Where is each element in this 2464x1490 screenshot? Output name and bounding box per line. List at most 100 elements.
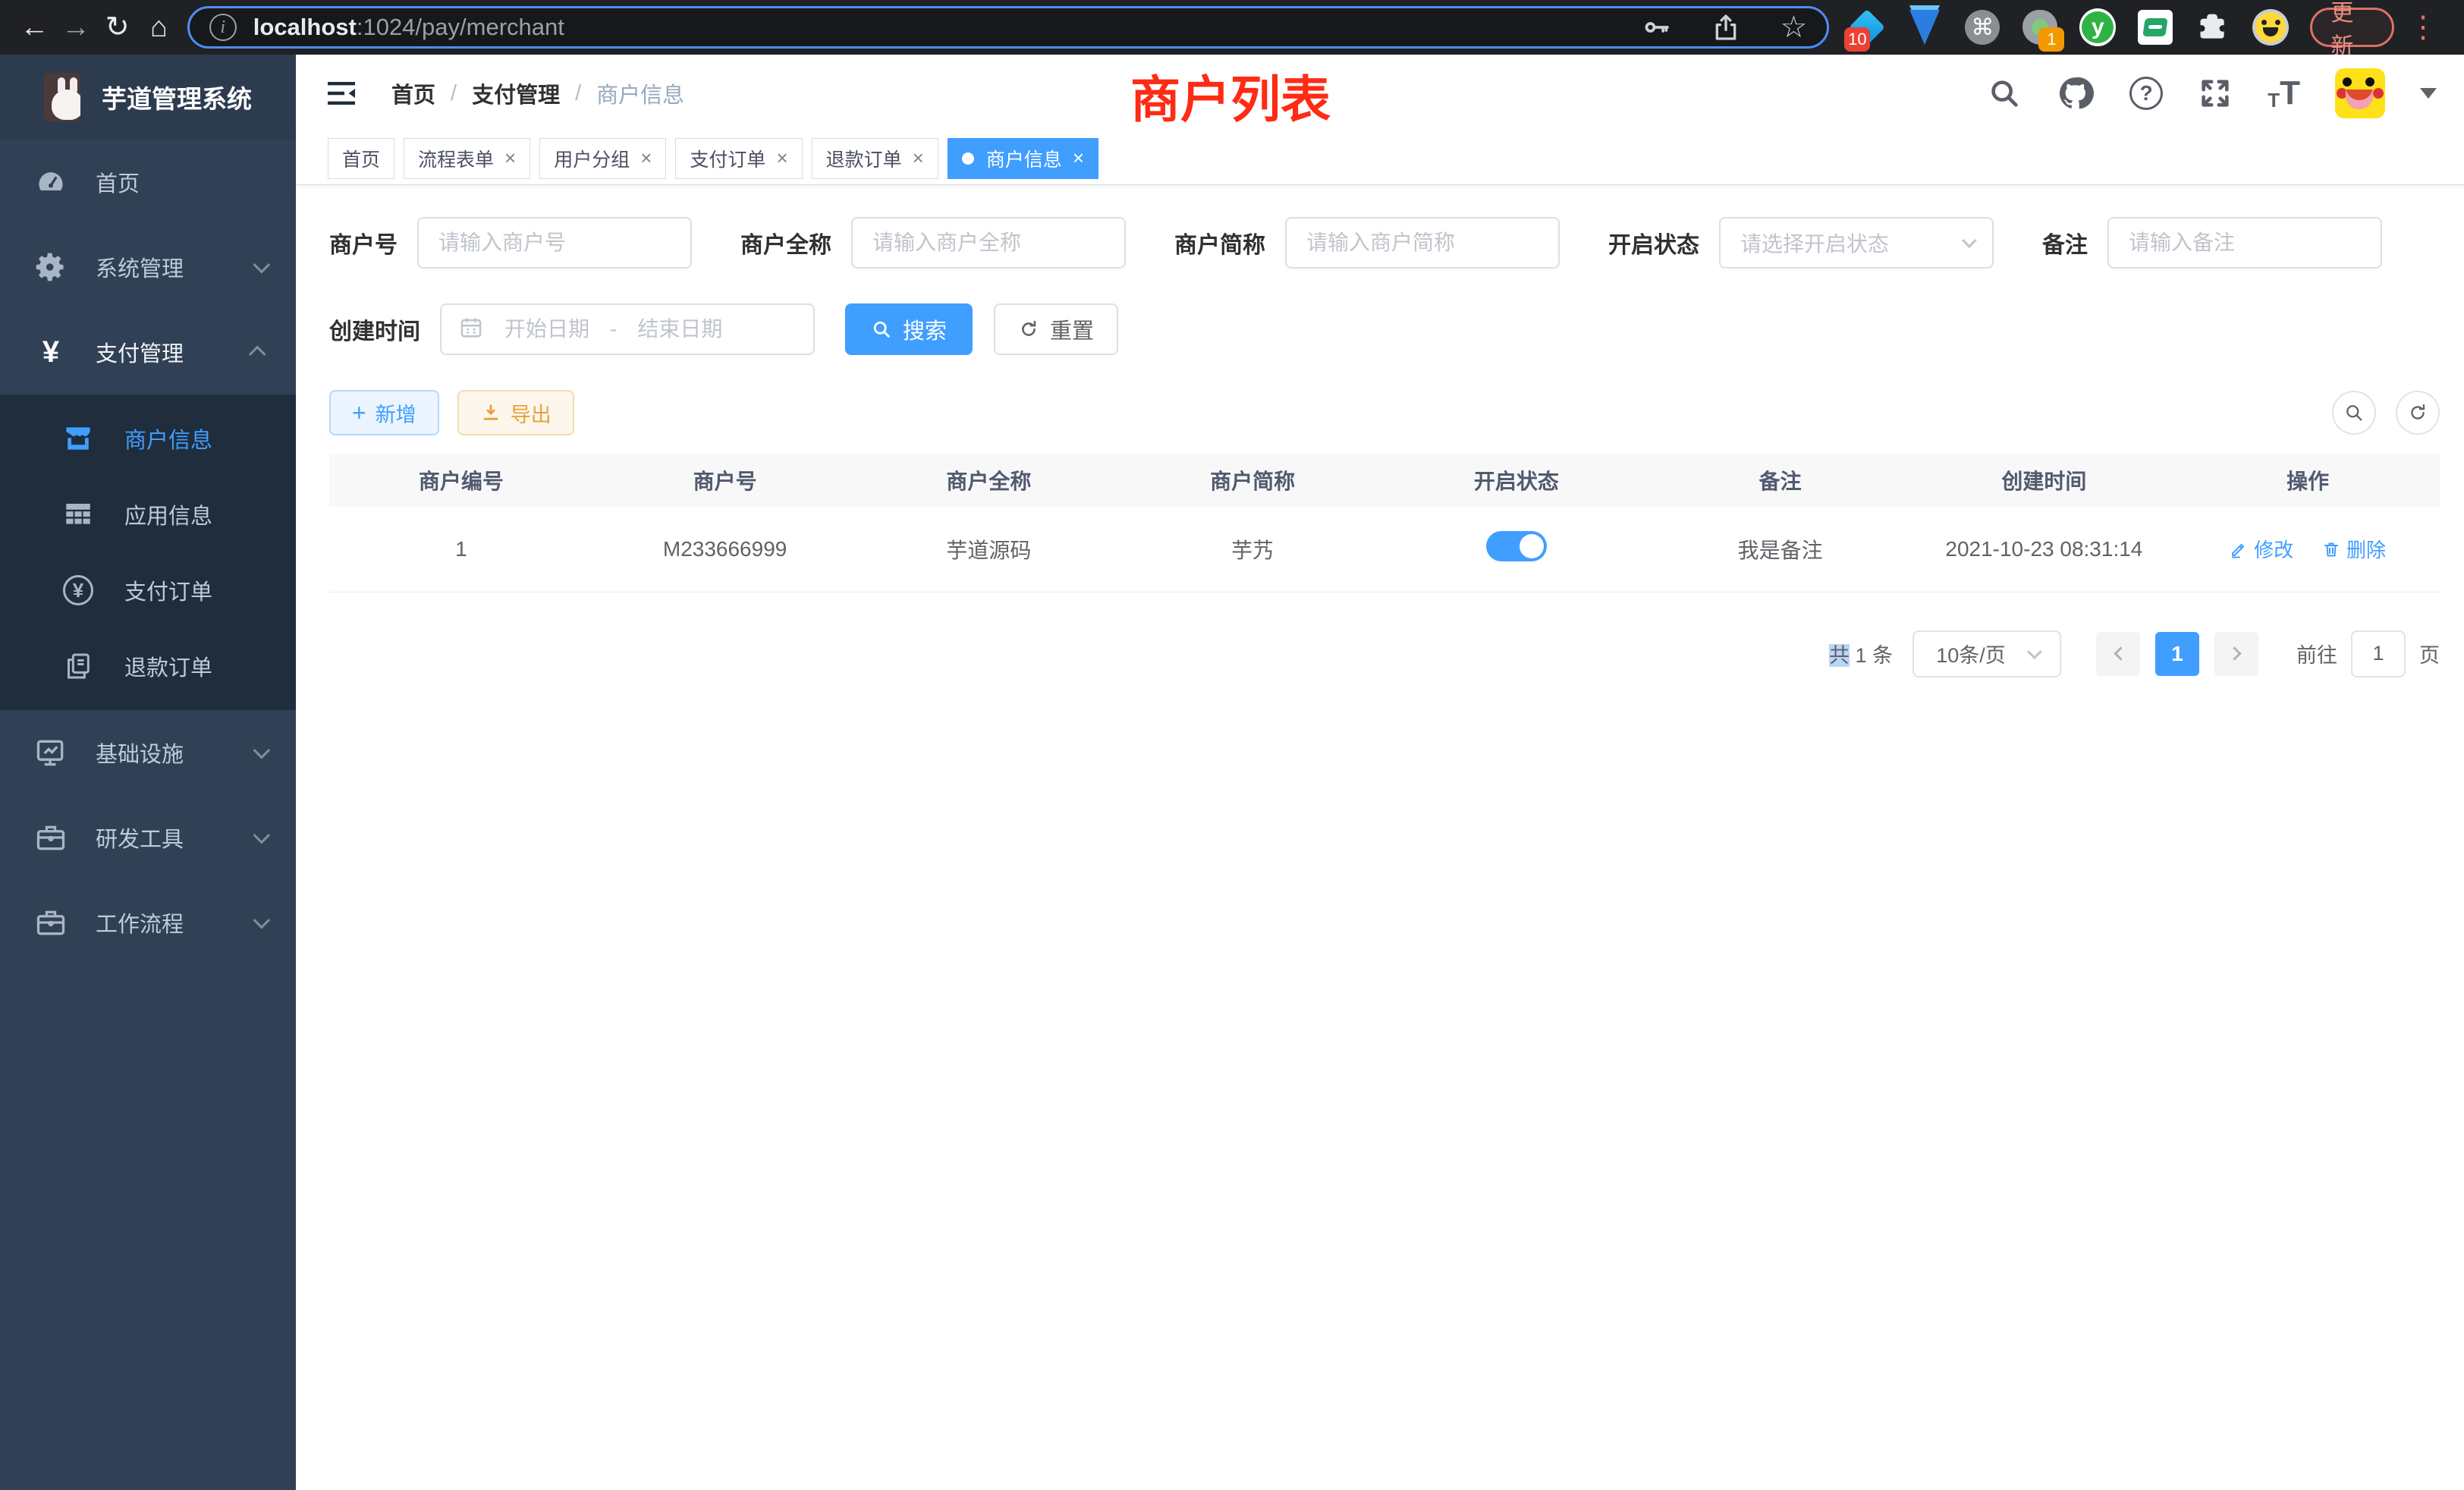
tab-label: 首页 [342,145,380,172]
close-icon[interactable]: × [776,146,787,170]
breadcrumb-item[interactable]: 首页 [391,77,435,109]
browser-update-button[interactable]: 更新 [2310,8,2394,47]
yen-circle-icon: ¥ [61,575,96,605]
chevron-down-icon [1962,233,1977,248]
close-icon[interactable]: × [913,146,924,170]
goto-label: 前往 [2296,639,2337,668]
tab-merchant-info[interactable]: 商户信息 × [948,138,1098,179]
screen: ← → ↻ ⌂ i localhost:1024/pay/merchant ☆ … [0,0,2464,1490]
delete-link[interactable]: 删除 [2322,535,2386,563]
fullscreen-icon[interactable] [2198,76,2233,111]
sidebar-item-label: 退款订单 [124,650,296,682]
tab-pay-order[interactable]: 支付订单 × [675,138,802,179]
status-select[interactable]: 请选择开启状态 [1719,217,1994,269]
breadcrumb: 首页 / 支付管理 / 商户信息 [391,77,684,109]
filter-short-name: 商户简称 [1174,217,1560,269]
remark-input[interactable] [2107,217,2382,269]
extension-blob-icon[interactable]: 1 [2022,9,2058,46]
sidebar-item-payment[interactable]: ¥ 支付管理 [0,310,296,395]
github-icon[interactable] [2057,74,2095,112]
font-size-icon[interactable]: TT [2268,77,2300,110]
avatar[interactable] [2335,68,2385,118]
date-range-picker[interactable]: - [440,303,815,355]
sidebar-item-label: 系统管理 [96,251,253,283]
goto-page-input[interactable] [2351,630,2406,677]
sidebar-item-workflow[interactable]: 工作流程 [0,880,296,965]
close-icon[interactable]: × [504,146,516,170]
end-date-input[interactable] [623,317,737,341]
logo-image [44,73,80,121]
puzzle-icon[interactable] [2195,9,2231,46]
extension-kite-icon[interactable] [1906,9,1943,46]
bookmark-star-icon[interactable]: ☆ [1780,12,1808,42]
extension-emoji-icon[interactable] [2252,9,2289,46]
page-size-select[interactable]: 10条/页 [1912,630,2061,677]
extension-chat-icon[interactable] [2137,9,2173,46]
home-icon[interactable]: ⌂ [138,5,180,49]
extension-cmd-icon[interactable]: ⌘ [1964,9,2000,46]
start-date-input[interactable] [490,317,604,341]
briefcase-icon [32,821,70,854]
prev-page-button[interactable] [2096,632,2140,676]
reload-icon[interactable]: ↻ [96,5,138,49]
pagination-total: 共 1 条 [1829,639,1893,668]
caret-down-icon[interactable] [2420,88,2437,99]
next-page-button[interactable] [2214,632,2258,676]
short-name-input[interactable] [1285,217,1560,269]
document-icon [61,651,96,681]
edit-link[interactable]: 修改 [2230,535,2293,563]
tab-home[interactable]: 首页 [328,138,394,179]
back-icon[interactable]: ← [14,5,55,49]
show-search-icon[interactable] [2332,391,2376,435]
search-button[interactable]: 搜索 [845,303,973,355]
chevron-left-icon [2114,646,2127,660]
sidebar-item-infra[interactable]: 基础设施 [0,710,296,795]
cell-full-name: 芋道源码 [857,507,1121,592]
sidebar-item-home[interactable]: 首页 [0,140,296,225]
current-page-button[interactable]: 1 [2155,632,2199,676]
key-icon[interactable] [1641,12,1671,42]
sidebar-item-devtools[interactable]: 研发工具 [0,795,296,880]
sidebar-item-merchant-info[interactable]: 商户信息 [0,401,296,476]
info-icon[interactable]: i [209,14,237,41]
shop-icon [61,422,96,455]
share-icon[interactable] [1711,12,1741,42]
field-label: 备注 [2042,226,2088,259]
sidebar-item-refund-order[interactable]: 退款订单 [0,628,296,704]
cell-remark: 我是备注 [1648,507,1912,592]
filter-row-1: 商户号 商户全称 商户简称 开启状态 请选择开启状态 [329,217,2440,269]
extension-y-icon[interactable]: y [2079,9,2116,46]
close-icon[interactable]: × [640,146,652,170]
field-label: 商户号 [329,226,398,259]
sidebar-item-app-info[interactable]: 应用信息 [0,476,296,552]
tab-refund-order[interactable]: 退款订单 × [812,138,938,179]
refresh-icon[interactable] [2396,391,2440,435]
filter-row-2: 创建时间 - 搜索 [329,303,2440,355]
page-size-value: 10条/页 [1936,639,2006,668]
extension-diamond-icon[interactable]: 10 [1849,9,1885,46]
full-name-input[interactable] [851,217,1126,269]
sidebar-item-system[interactable]: 系统管理 [0,225,296,310]
browser-menu-icon[interactable]: ⋮ [2408,10,2438,45]
breadcrumb-item[interactable]: 支付管理 [472,77,560,109]
sidebar-item-pay-order[interactable]: ¥ 支付订单 [0,552,296,628]
reset-button-label: 重置 [1050,313,1094,345]
reset-button[interactable]: 重置 [994,303,1118,355]
search-icon[interactable] [1987,76,2022,111]
forward-icon[interactable]: → [55,5,97,49]
tab-process-form[interactable]: 流程表单 × [404,138,530,179]
close-icon[interactable]: × [1073,146,1084,170]
merchant-no-input[interactable] [417,217,692,269]
export-button[interactable]: 导出 [457,390,574,435]
hamburger-icon[interactable] [323,75,360,112]
export-button-label: 导出 [511,398,552,428]
status-toggle[interactable] [1486,531,1547,561]
cell-merchant-no: M233666999 [593,507,857,592]
add-button[interactable]: + 新增 [329,390,439,435]
calendar-icon [458,315,484,344]
address-bar[interactable]: i localhost:1024/pay/merchant ☆ [187,6,1830,49]
pagination-goto: 前往 页 [2296,630,2440,677]
tab-user-group[interactable]: 用户分组 × [539,138,666,179]
help-icon[interactable]: ? [2129,77,2163,110]
sidebar-item-label: 基础设施 [96,737,253,769]
